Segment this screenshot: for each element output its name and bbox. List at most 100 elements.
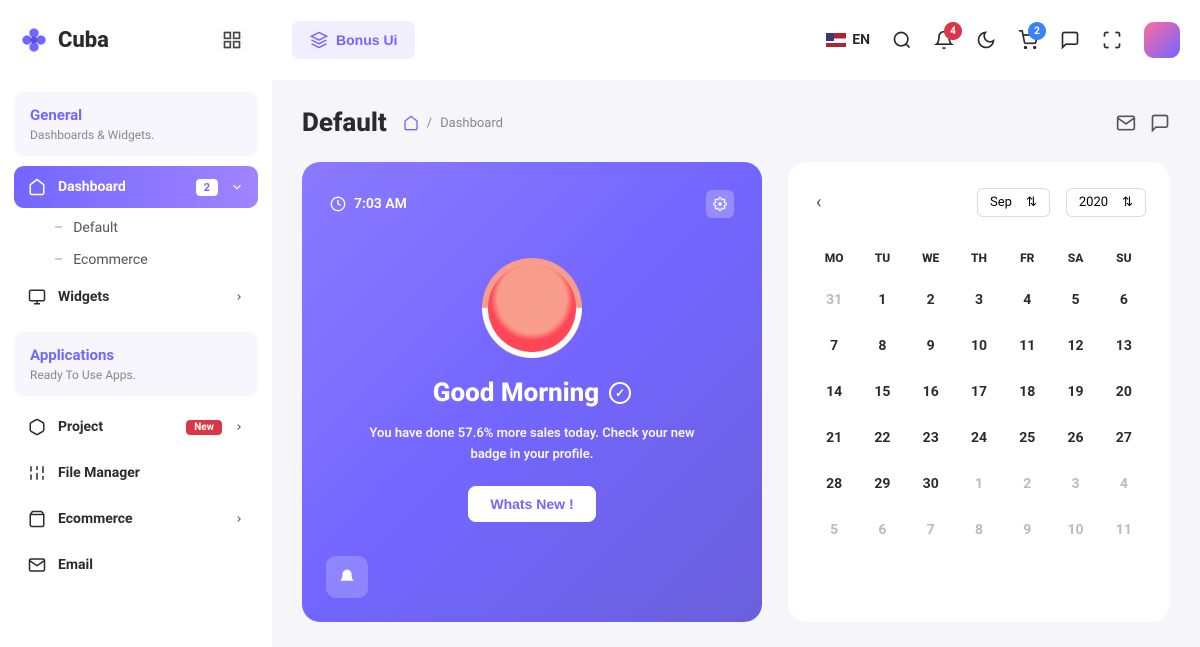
moon-icon[interactable] [976,30,996,50]
bell-icon[interactable]: 4 [934,30,954,50]
mail-action-icon[interactable] [1116,113,1136,133]
nav-email[interactable]: Email [14,544,258,586]
calendar-day[interactable]: 15 [860,371,904,413]
bonus-ui-button[interactable]: Bonus Ui [292,21,415,59]
nav-project[interactable]: Project New [14,406,258,448]
brand-name: Cuba [58,28,109,53]
calendar-day[interactable]: 2 [909,279,953,321]
sidebar: General Dashboards & Widgets. Dashboard … [0,80,272,647]
calendar-day[interactable]: 13 [1102,325,1146,367]
calendar-day[interactable]: 22 [860,417,904,459]
calendar-day[interactable]: 14 [812,371,856,413]
calendar-day[interactable]: 2 [1005,463,1049,505]
calendar-day[interactable]: 7 [909,509,953,551]
calendar-day[interactable]: 6 [1102,279,1146,321]
shopping-bag-icon [28,510,46,528]
maximize-icon[interactable] [1102,30,1122,50]
bell-icon [338,568,356,586]
home-icon [28,178,46,196]
chevron-down-icon [230,180,244,194]
calendar-day[interactable]: 29 [860,463,904,505]
calendar-day[interactable]: 4 [1102,463,1146,505]
calendar-day[interactable]: 3 [957,279,1001,321]
calendar-day[interactable]: 10 [1053,509,1097,551]
nav-dashboard[interactable]: Dashboard 2 [14,166,258,208]
calendar-day[interactable]: 28 [812,463,856,505]
calendar-day[interactable]: 23 [909,417,953,459]
sidebar-section-general: General Dashboards & Widgets. [14,92,258,156]
whats-new-button[interactable]: Whats New ! [468,486,595,522]
calendar-day[interactable]: 16 [909,371,953,413]
cart-icon[interactable]: 2 [1018,30,1038,50]
chevron-right-icon [234,422,244,432]
calendar-day[interactable]: 5 [1053,279,1097,321]
calendar-day[interactable]: 9 [1005,509,1049,551]
month-select[interactable]: Sep ⇅ [977,188,1050,217]
calendar-day[interactable]: 9 [909,325,953,367]
grid-toggle-icon[interactable] [222,30,242,50]
calendar-card: ‹ Sep ⇅ 2020 ⇅ MOTUWETHFRSASU31123456789… [788,162,1170,622]
calendar-day[interactable]: 30 [909,463,953,505]
settings-button[interactable] [706,190,734,218]
mail-icon [28,556,46,574]
calendar-day[interactable]: 4 [1005,279,1049,321]
language-selector[interactable]: EN [826,32,870,48]
calendar-day[interactable]: 31 [812,279,856,321]
gear-icon [713,197,727,211]
chevron-right-icon [234,292,244,302]
box-icon [28,418,46,436]
calendar-day[interactable]: 11 [1005,325,1049,367]
calendar-day[interactable]: 25 [1005,417,1049,459]
sidebar-section-applications: Applications Ready To Use Apps. [14,332,258,396]
calendar-day[interactable]: 1 [957,463,1001,505]
current-time: 7:03 AM [330,196,407,212]
calendar-dow: TH [957,241,1001,275]
calendar-day[interactable]: 6 [860,509,904,551]
calendar-day[interactable]: 21 [812,417,856,459]
greeting-text: Good Morning ✓ [330,378,734,408]
calendar-day[interactable]: 24 [957,417,1001,459]
user-progress-avatar [461,237,602,378]
user-avatar[interactable] [1144,22,1180,58]
calendar-day[interactable]: 7 [812,325,856,367]
calendar-day[interactable]: 20 [1102,371,1146,413]
card-bell-button[interactable] [326,556,368,598]
chat-action-icon[interactable] [1150,113,1170,133]
calendar-day[interactable]: 17 [957,371,1001,413]
calendar-day[interactable]: 18 [1005,371,1049,413]
nav-file-manager[interactable]: File Manager [14,452,258,494]
welcome-description: You have done 57.6% more sales today. Ch… [330,424,734,466]
nav-sub-ecommerce[interactable]: Ecommerce [14,244,258,276]
calendar-day[interactable]: 19 [1053,371,1097,413]
calendar-day[interactable]: 8 [957,509,1001,551]
notification-badge: 4 [944,22,962,40]
calendar-dow: MO [812,241,856,275]
us-flag-icon [826,33,846,47]
calendar-day[interactable]: 26 [1053,417,1097,459]
calendar-prev[interactable]: ‹ [812,188,825,217]
calendar-dow: WE [909,241,953,275]
main-content: Default / Dashboard 7:03 AM [272,80,1200,647]
calendar-day[interactable]: 8 [860,325,904,367]
brand-logo[interactable]: Cuba [20,26,109,54]
search-icon[interactable] [892,30,912,50]
header: Cuba Bonus Ui EN 4 2 [0,0,1200,80]
verified-icon: ✓ [609,382,631,404]
calendar-dow: SU [1102,241,1146,275]
calendar-dow: FR [1005,241,1049,275]
calendar-day[interactable]: 1 [860,279,904,321]
calendar-day[interactable]: 11 [1102,509,1146,551]
dashboard-count-badge: 2 [196,179,218,196]
sort-icon: ⇅ [1026,195,1037,210]
home-breadcrumb-icon[interactable] [403,115,419,131]
calendar-day[interactable]: 12 [1053,325,1097,367]
nav-widgets[interactable]: Widgets [14,276,258,318]
calendar-day[interactable]: 10 [957,325,1001,367]
year-select[interactable]: 2020 ⇅ [1066,188,1146,217]
nav-ecommerce[interactable]: Ecommerce [14,498,258,540]
calendar-day[interactable]: 27 [1102,417,1146,459]
calendar-day[interactable]: 3 [1053,463,1097,505]
calendar-day[interactable]: 5 [812,509,856,551]
nav-sub-default[interactable]: Default [14,212,258,244]
chat-icon[interactable] [1060,30,1080,50]
